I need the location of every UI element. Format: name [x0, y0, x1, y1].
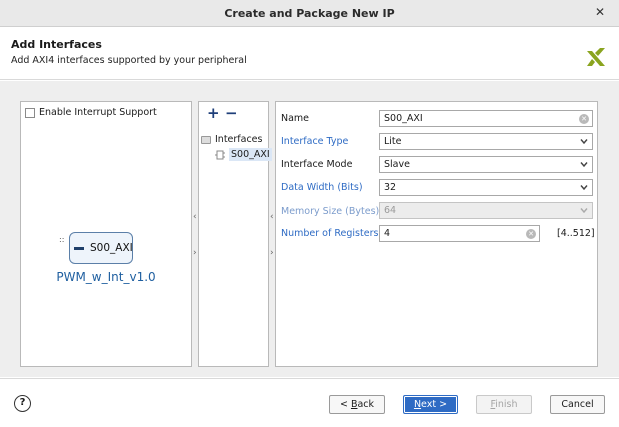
interface-port-icon: [215, 150, 225, 160]
data-width-label[interactable]: Data Width (Bits): [281, 182, 363, 193]
back-rest: ack: [357, 399, 375, 410]
chevron-down-icon: [580, 139, 588, 145]
chevron-down-icon: [580, 162, 588, 168]
page-title: Add Interfaces: [11, 38, 102, 51]
ip-symbol-panel: Enable Interrupt Support :: S00_AXI PWM_…: [20, 101, 192, 367]
interface-properties-panel: Name S00_AXI ✕ Interface Type Lite Inter…: [275, 101, 598, 367]
interface-type-value: Lite: [384, 136, 402, 147]
chevron-down-icon: [580, 208, 588, 214]
finish-button: Finish: [476, 395, 532, 414]
splitter-left-expand-icon[interactable]: ›: [193, 248, 197, 258]
back-prefix: <: [339, 399, 351, 410]
num-registers-range: [4..512]: [557, 228, 595, 239]
name-value: S00_AXI: [384, 113, 423, 124]
enable-interrupt-label: Enable Interrupt Support: [39, 107, 157, 118]
memory-size-value: 64: [384, 205, 397, 216]
splitter-left-collapse-icon[interactable]: ‹: [193, 212, 197, 222]
num-registers-field[interactable]: 4 ✕: [379, 225, 540, 242]
tree-item-s00-axi[interactable]: S00_AXI: [229, 148, 272, 161]
interface-mode-value: Slave: [384, 159, 410, 170]
cancel-button[interactable]: Cancel: [550, 395, 605, 414]
memory-size-label: Memory Size (Bytes): [281, 206, 380, 217]
interface-type-select[interactable]: Lite: [379, 133, 593, 150]
interfaces-tree-panel: + − Interfaces S00_AXI: [198, 101, 272, 367]
chevron-down-icon: [580, 185, 588, 191]
window-title: Create and Package New IP: [224, 7, 395, 20]
next-mnemonic: N: [413, 399, 422, 410]
help-icon[interactable]: ?: [14, 395, 31, 412]
back-button[interactable]: < Back: [329, 395, 385, 414]
tree-root-interfaces[interactable]: Interfaces: [215, 134, 262, 145]
interface-type-label[interactable]: Interface Type: [281, 136, 348, 147]
clear-icon[interactable]: ✕: [579, 114, 589, 124]
next-rest: ext >: [421, 399, 448, 410]
ip-name: PWM_w_Int_v1.0: [56, 270, 156, 284]
finish-rest: inish: [495, 399, 518, 410]
splitter-right-collapse-icon[interactable]: ‹: [270, 212, 274, 222]
wizard-header: Add Interfaces Add AXI4 interfaces suppo…: [0, 28, 619, 80]
ip-port-label: S00_AXI: [90, 242, 133, 254]
num-registers-label[interactable]: Number of Registers: [281, 228, 378, 239]
enable-interrupt-row[interactable]: Enable Interrupt Support: [25, 107, 157, 118]
next-button[interactable]: Next >: [403, 395, 458, 414]
add-interface-button[interactable]: +: [207, 106, 220, 121]
data-width-select[interactable]: 32: [379, 179, 593, 196]
page-subtitle: Add AXI4 interfaces supported by your pe…: [11, 55, 247, 66]
interface-mode-select[interactable]: Slave: [379, 156, 593, 173]
clear-icon[interactable]: ✕: [526, 229, 536, 239]
wizard-footer: ? < Back Next > Finish Cancel: [0, 378, 619, 427]
remove-interface-button[interactable]: −: [225, 106, 238, 121]
wizard-content: Enable Interrupt Support :: S00_AXI PWM_…: [0, 81, 619, 377]
num-registers-value: 4: [384, 228, 391, 239]
interface-mode-label: Interface Mode: [281, 159, 353, 170]
name-label: Name: [281, 113, 310, 124]
xilinx-logo-icon: [587, 48, 605, 66]
ip-symbol-block: S00_AXI: [69, 232, 133, 264]
enable-interrupt-checkbox[interactable]: [25, 107, 35, 118]
memory-size-select: 64: [379, 202, 593, 219]
ip-dots-icon: ::: [59, 235, 65, 244]
splitter-right-expand-icon[interactable]: ›: [270, 248, 274, 258]
folder-icon: [201, 136, 211, 144]
window-titlebar: Create and Package New IP ✕: [0, 0, 619, 27]
data-width-value: 32: [384, 182, 397, 193]
port-minus-icon: [74, 247, 84, 250]
name-field[interactable]: S00_AXI ✕: [379, 110, 593, 127]
close-icon[interactable]: ✕: [593, 5, 607, 19]
